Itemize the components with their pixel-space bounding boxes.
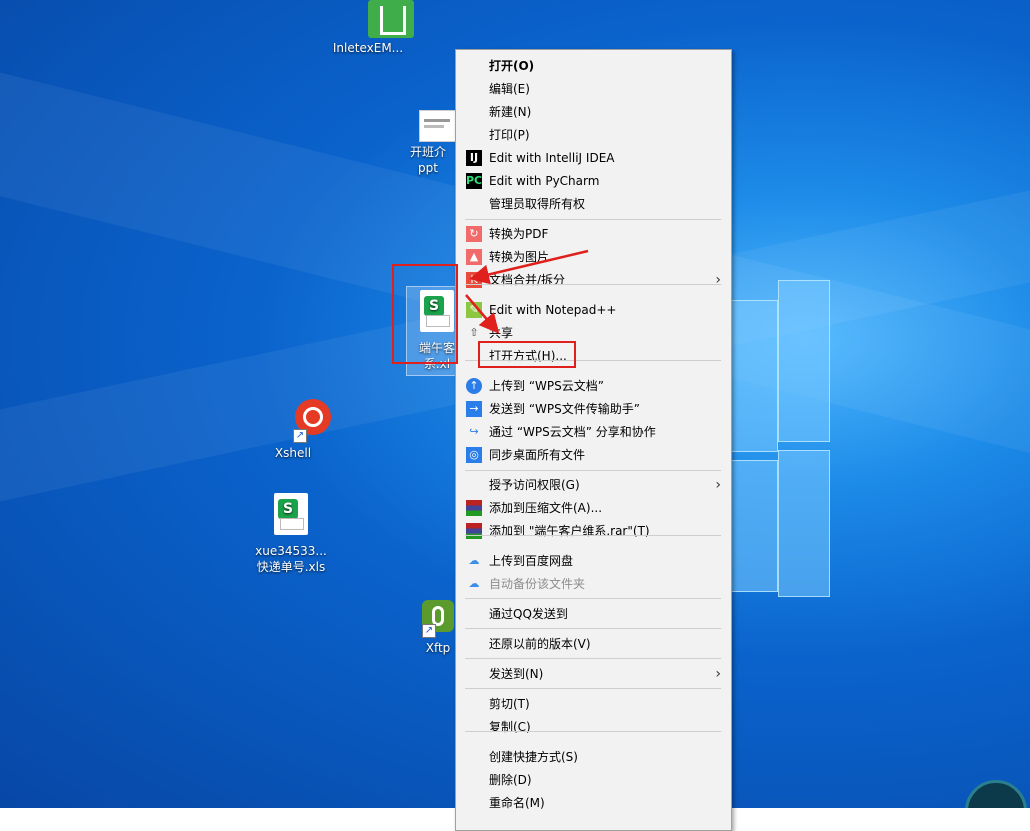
annotation-arrow-down: [465, 294, 500, 334]
annotation-arrow-left: [469, 249, 589, 285]
annotation-arrows: [465, 249, 589, 334]
